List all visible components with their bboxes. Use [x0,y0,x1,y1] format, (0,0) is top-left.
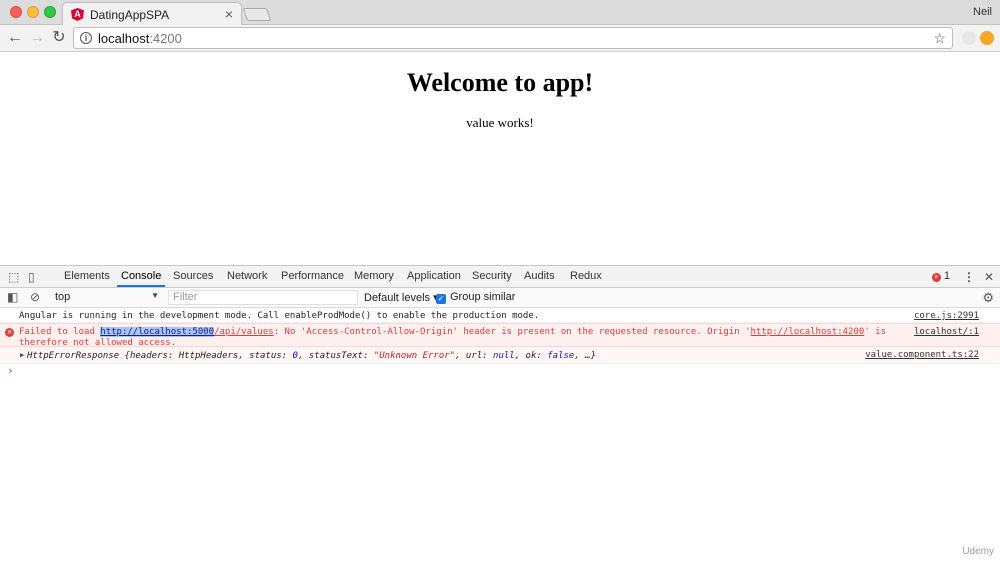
tab-memory[interactable]: Memory [354,270,394,282]
tab-network[interactable]: Network [227,270,267,282]
console-filterbar: ◧ ⊘ top ▼ Filter Default levels ▾ ✓ Group… [0,288,1000,308]
browser-tab-active[interactable]: A DatingAppSPA × [62,2,242,26]
bookmark-star-icon[interactable]: ☆ [933,30,946,47]
browser-titlebar: A DatingAppSPA × Neil [0,0,1000,26]
object-status-text: "Unknown Error" [373,351,456,361]
url-host: localhost [98,31,150,46]
console-prompt[interactable]: › [0,364,1000,380]
tab-application[interactable]: Application [407,270,461,282]
object-text: {headers: HttpHeaders, status: [124,351,293,361]
chevron-down-icon: ▼ [151,291,159,300]
gear-icon[interactable]: ⚙ [982,290,994,306]
tab-elements[interactable]: Elements [64,270,110,282]
message-source-link[interactable]: localhost/:1 [914,327,979,338]
close-window-button[interactable] [10,6,22,18]
forward-arrow-icon[interactable]: → [28,30,46,48]
console-message-error: × Failed to load http://localhost:5000/a… [0,323,1000,348]
error-icon: × [5,328,14,337]
udemy-watermark: Udemy [962,546,994,557]
error-count: 1 [943,270,950,282]
object-name: HttpErrorResponse [27,351,125,361]
console-message-info: Angular is running in the development mo… [0,308,1000,323]
check-icon: ✓ [436,294,446,304]
group-similar-checkbox[interactable]: ✓ Group similar [436,291,515,304]
prompt-chevron-icon: › [7,364,14,377]
group-similar-label: Group similar [450,291,516,303]
expand-triangle-icon[interactable]: ▶ [20,351,24,359]
address-url[interactable]: localhost:4200 [98,31,182,46]
sidebar-toggle-icon[interactable]: ◧ [7,290,18,304]
device-toolbar-icon[interactable]: ▯ [28,270,35,284]
tab-security[interactable]: Security [472,270,512,282]
object-text: , ok: [514,351,548,361]
maximize-window-button[interactable] [44,6,56,18]
error-url-link[interactable]: http://localhost:5000 [100,327,215,337]
tab-close-icon[interactable]: × [225,6,233,22]
error-origin-link[interactable]: http://localhost:4200 [751,327,865,337]
tab-audits[interactable]: Audits [524,270,555,282]
browser-toolbar: ← → ↻ i localhost:4200 ☆ [0,25,1000,52]
context-value: top [55,291,71,303]
message-source-link[interactable]: value.component.ts:22 [865,350,979,360]
clear-console-icon[interactable]: ⊘ [30,290,40,304]
minimize-window-button[interactable] [27,6,39,18]
tab-sources[interactable]: Sources [173,270,213,282]
message-text: Angular is running in the development mo… [19,311,540,321]
console-output: Angular is running in the development mo… [0,308,1000,380]
url-port: :4200 [149,31,182,46]
tab-console[interactable]: Console [116,270,166,287]
page-paragraph: value works! [466,115,534,130]
console-message-object[interactable]: ▶ HttpErrorResponse {headers: HttpHeader… [0,347,1000,364]
back-arrow-icon[interactable]: ← [6,30,24,48]
angular-icon: A [71,8,84,21]
tab-performance[interactable]: Performance [281,270,344,282]
log-levels-dropdown[interactable]: Default levels ▾ [364,291,439,304]
object-text: , …} [574,351,597,361]
page-viewport: Welcome to app! value works! [0,53,1000,265]
object-url: null [493,351,515,361]
object-text: , url: [455,351,494,361]
new-tab-button[interactable] [242,8,272,21]
tab-redux[interactable]: Redux [570,270,602,282]
devtools-panel: ⬚ ▯ Elements Console Sources Network Per… [0,265,1000,561]
close-devtools-icon[interactable]: ✕ [984,270,994,284]
inspect-element-icon[interactable]: ⬚ [8,270,19,284]
extension-icon[interactable] [962,31,976,45]
error-text-prefix: Failed to load [19,327,101,337]
page-title: Welcome to app! [406,68,594,97]
error-icon: × [931,273,941,282]
profile-name[interactable]: Neil [973,6,992,18]
devtools-tabbar: ⬚ ▯ Elements Console Sources Network Per… [0,266,1000,288]
object-ok: false [547,351,575,361]
extension-warning-icon[interactable] [980,31,994,45]
context-select[interactable]: top ▼ [55,291,161,303]
object-text: , statusText: [297,351,374,361]
info-icon[interactable]: i [80,32,92,44]
error-text-middle: : No 'Access-Control-Allow-Origin' heade… [273,327,751,337]
address-bar[interactable]: i localhost:4200 ☆ [73,27,953,49]
more-options-icon[interactable]: ⋮ [963,270,975,284]
reload-icon[interactable]: ↻ [50,30,68,48]
console-filter-input[interactable]: Filter [168,290,358,305]
tab-title: DatingAppSPA [90,8,170,22]
error-count-badge[interactable]: × 1 [931,270,950,282]
message-source-link[interactable]: core.js:2991 [914,311,979,321]
error-url-path[interactable]: /api/values [214,327,274,337]
